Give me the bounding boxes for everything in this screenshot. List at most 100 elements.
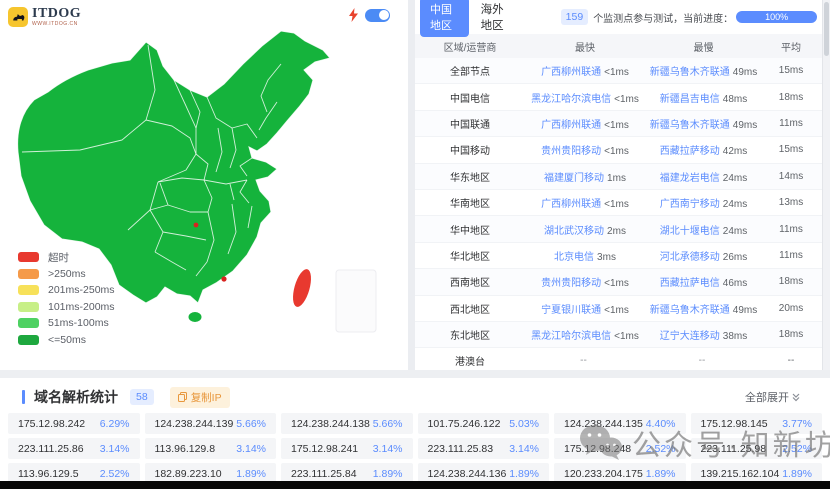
timeout-marker [193, 222, 199, 228]
hainan-island[interactable] [188, 312, 202, 322]
monitor-count-badge: 159 [560, 9, 589, 25]
ip-percentage[interactable]: 3.14% [509, 443, 539, 455]
slowest-node-link[interactable]: 西藏拉萨电信 [660, 278, 720, 289]
ip-percentage[interactable]: 3.77% [782, 418, 812, 430]
ip-address: 113.96.129.8 [154, 442, 216, 455]
slowest-latency: 26ms [722, 251, 748, 263]
fastest-node-link[interactable]: 广西柳州联通 [541, 199, 601, 210]
fastest-node-link[interactable]: -- [580, 355, 587, 366]
title-accent-bar [22, 390, 25, 404]
fastest-latency: <1ms [604, 199, 629, 211]
south-china-sea-inset [335, 269, 377, 333]
ip-percentage[interactable]: 6.29% [100, 418, 130, 430]
region-cell: 东北地区 [450, 331, 490, 343]
legend-label: <=50ms [48, 333, 86, 346]
ip-percentage[interactable]: 5.66% [236, 418, 266, 430]
ip-percentage[interactable]: 2.52% [782, 443, 812, 455]
ip-percentage[interactable]: 5.03% [509, 418, 539, 430]
slowest-node-link[interactable]: 新疆乌鲁木齐联通 [650, 67, 730, 78]
fastest-node-link[interactable]: 黑龙江哈尔滨电信 [531, 94, 611, 105]
fastest-node-link[interactable]: 湖北武汉移动 [544, 226, 604, 237]
fastest-node-link[interactable]: 广西柳州联通 [541, 67, 601, 78]
fastest-latency: <1ms [614, 93, 639, 105]
slowest-cell: 福建龙岩电信 24ms [645, 169, 762, 184]
fastest-node-link[interactable]: 贵州贵阳移动 [541, 146, 601, 157]
fastest-node-link[interactable]: 贵州贵阳移动 [541, 278, 601, 289]
map-toggle[interactable] [365, 8, 390, 22]
ip-address: 175.12.98.248 [564, 442, 632, 455]
average-latency-cell: 11ms [779, 249, 803, 261]
fastest-latency: <1ms [604, 119, 629, 131]
slowest-latency: 24ms [722, 225, 748, 237]
slowest-node-link[interactable]: 新疆乌鲁木齐联通 [650, 305, 730, 316]
ip-address: 223.111.25.84 [291, 467, 357, 480]
ip-percentage[interactable]: 3.14% [100, 443, 130, 455]
fastest-node-link[interactable]: 福建厦门移动 [544, 173, 604, 184]
legend-swatch [18, 252, 39, 263]
slowest-node-link[interactable]: 广西南宁移动 [660, 199, 720, 210]
ip-percentage[interactable]: 1.89% [646, 468, 676, 480]
ip-percentage[interactable]: 5.66% [373, 418, 403, 430]
slowest-node-link[interactable]: -- [699, 355, 706, 366]
slowest-cell: 新疆乌鲁木齐联通 49ms [645, 301, 762, 316]
slowest-cell: 新疆乌鲁木齐联通 49ms [645, 63, 762, 78]
result-table-body: 全部节点 广西柳州联通 <1ms 新疆乌鲁木齐联通 49ms 15ms 中国电信 黑… [415, 58, 822, 375]
ip-percentage[interactable]: 2.52% [100, 468, 130, 480]
taiwan-shape[interactable] [289, 267, 314, 309]
fastest-latency: <1ms [604, 278, 629, 290]
fastest-node-link[interactable]: 北京电信 [554, 252, 594, 263]
tab-overseas-region[interactable]: 海外地区 [473, 0, 519, 37]
result-table-row: 中国联通 广西柳州联通 <1ms 新疆乌鲁木齐联通 49ms 11ms [415, 110, 822, 138]
ip-percentage[interactable]: 2.52% [646, 443, 676, 455]
ip-percentage[interactable]: 1.89% [373, 468, 403, 480]
fastest-node-link[interactable]: 黑龙江哈尔滨电信 [531, 331, 611, 342]
progress-bar: 100% [736, 11, 817, 23]
expand-all-label: 全部展开 [745, 392, 789, 404]
average-latency-cell: 11ms [779, 117, 803, 129]
ip-percentage[interactable]: 3.14% [373, 443, 403, 455]
average-latency-cell: 14ms [778, 170, 804, 182]
legend-item: 51ms-100ms [18, 315, 115, 332]
slowest-node-link[interactable]: 福建龙岩电信 [660, 173, 720, 184]
slowest-node-link[interactable]: 新疆乌鲁木齐联通 [650, 120, 730, 131]
ip-percentage[interactable]: 1.89% [782, 468, 812, 480]
brand-logo[interactable]: ITDOG WWW.ITDOG.CN [8, 7, 81, 27]
ip-percentage[interactable]: 1.89% [509, 468, 539, 480]
average-latency-cell: 11ms [779, 223, 803, 235]
fastest-node-link[interactable]: 广西柳州联通 [541, 120, 601, 131]
fastest-cell: 黑龙江哈尔滨电信 <1ms [525, 90, 645, 105]
slowest-node-link[interactable]: 新疆昌吉电信 [660, 94, 720, 105]
slowest-node-link[interactable]: 河北承德移动 [660, 252, 720, 263]
col-header-region: 区域/运营商 [443, 42, 497, 54]
progress-value: 100% [765, 12, 789, 22]
scrollbar-thumb[interactable] [824, 2, 829, 56]
dns-section-header: 域名解析统计 58 复制IP 全部展开 [0, 378, 830, 412]
ip-stat-cell: 101.75.246.122 5.03% [417, 413, 549, 434]
fastest-cell: 福建厦门移动 1ms [525, 169, 645, 184]
ip-address: 139.215.162.104 [700, 467, 780, 480]
ip-stat-cell: 124.238.244.135 4.40% [554, 413, 686, 434]
ip-address: 124.238.244.135 [564, 417, 643, 430]
slowest-node-link[interactable]: 湖北十堰电信 [660, 226, 720, 237]
region-cell: 华东地区 [450, 172, 490, 184]
slowest-cell: 湖北十堰电信 24ms [645, 222, 762, 237]
ip-count-badge: 58 [130, 389, 154, 405]
tab-china-region[interactable]: 中国地区 [420, 0, 469, 37]
slowest-node-link[interactable]: 西藏拉萨移动 [660, 146, 720, 157]
slowest-cell: 辽宁大连移动 38ms [645, 327, 762, 342]
lightning-icon[interactable] [349, 8, 358, 22]
slowest-latency: 46ms [722, 278, 748, 290]
ip-percentage[interactable]: 3.14% [236, 443, 266, 455]
region-cell: 港澳台 [455, 357, 485, 369]
copy-ip-button[interactable]: 复制IP [169, 386, 230, 408]
slowest-latency: 49ms [732, 119, 758, 131]
slowest-node-link[interactable]: 辽宁大连移动 [660, 331, 720, 342]
expand-all-button[interactable]: 全部展开 [745, 389, 800, 405]
average-latency-cell: 13ms [778, 197, 804, 209]
result-table-header: 区域/运营商 最快 最慢 平均 [415, 34, 822, 58]
ip-percentage[interactable]: 1.89% [236, 468, 266, 480]
fastest-node-link[interactable]: 宁夏银川联通 [541, 305, 601, 316]
ip-percentage[interactable]: 4.40% [646, 418, 676, 430]
slowest-latency: 38ms [722, 331, 748, 343]
timeout-marker [221, 276, 227, 282]
